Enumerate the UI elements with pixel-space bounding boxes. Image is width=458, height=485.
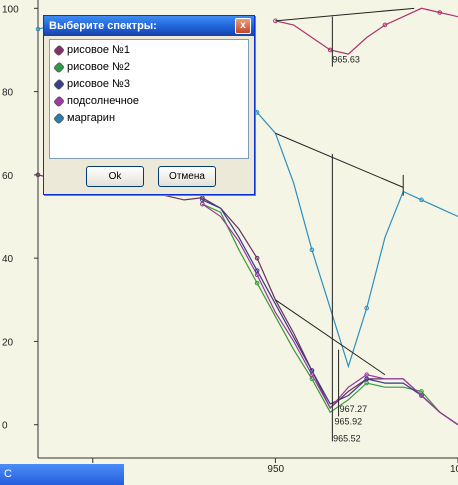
spectrum-color-icon bbox=[53, 95, 65, 107]
taskbar-label: C bbox=[4, 468, 12, 480]
baseline-line bbox=[275, 132, 404, 188]
spectrum-item[interactable]: рисовое №2 bbox=[53, 60, 248, 74]
y-tick-label: 80 bbox=[2, 88, 14, 99]
spectrum-label: рисовое №1 bbox=[67, 44, 130, 56]
y-tick-label: 0 bbox=[2, 421, 8, 432]
peak-annotation: 967.27 bbox=[340, 404, 368, 414]
spectra-list[interactable]: рисовое №1 рисовое №2 рисовое №3 подсолнечн… bbox=[49, 39, 249, 159]
baseline-line bbox=[275, 7, 415, 22]
chart-annotations: 965.63 967.27 965.92 965.52 bbox=[332, 54, 367, 443]
y-tick-label: 20 bbox=[2, 337, 14, 348]
spectrum-color-icon bbox=[53, 78, 65, 90]
peak-annotation: 965.92 bbox=[335, 417, 363, 427]
peak-annotation: 965.63 bbox=[332, 54, 360, 64]
spectrum-item[interactable]: подсолнечное bbox=[53, 94, 248, 108]
select-spectra-dialog: Выберите спектры: x рисовое №1 рисовое №2… bbox=[43, 15, 255, 195]
dialog-titlebar[interactable]: Выберите спектры: x bbox=[44, 16, 254, 36]
x-tick-label: 950 bbox=[267, 464, 284, 475]
spectrum-label: маргарин bbox=[67, 112, 116, 124]
cancel-button[interactable]: Отмена bbox=[158, 166, 216, 187]
ok-button[interactable]: Ok bbox=[86, 166, 144, 187]
close-button[interactable]: x bbox=[235, 18, 251, 34]
spectrum-label: рисовое №3 bbox=[67, 78, 130, 90]
y-tick-label: 100 bbox=[2, 4, 19, 15]
baseline-line bbox=[275, 299, 386, 376]
close-icon: x bbox=[240, 20, 246, 31]
series-line bbox=[275, 7, 458, 55]
y-tick-label: 40 bbox=[2, 254, 14, 265]
spectrum-label: подсолнечное bbox=[67, 95, 140, 107]
peak-annotation: 965.52 bbox=[333, 433, 361, 443]
x-tick-label: 1000 bbox=[450, 464, 458, 475]
spectrum-label: рисовое №2 bbox=[67, 61, 130, 73]
taskbar[interactable]: C bbox=[0, 464, 124, 485]
dialog-title: Выберите спектры: bbox=[49, 20, 157, 32]
spectrum-color-icon bbox=[53, 112, 65, 124]
spectrum-color-icon bbox=[53, 44, 65, 56]
spectrum-color-icon bbox=[53, 61, 65, 73]
spectrum-item[interactable]: маргарин bbox=[53, 111, 248, 125]
spectrum-item[interactable]: рисовое №3 bbox=[53, 77, 248, 91]
spectrum-item[interactable]: рисовое №1 bbox=[53, 43, 248, 57]
y-tick-label: 60 bbox=[2, 171, 14, 182]
